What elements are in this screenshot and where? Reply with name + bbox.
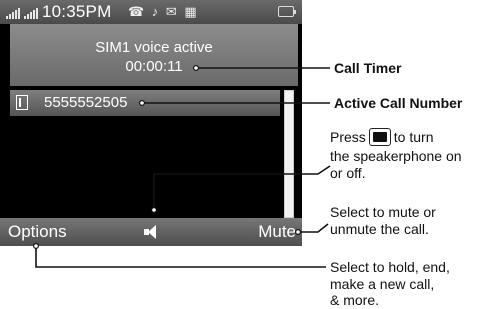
speaker-annotation-prefix: Press	[330, 129, 366, 145]
options-softkey[interactable]: Options	[8, 218, 67, 246]
call-state-text: SIM1 voice active	[95, 39, 213, 56]
signal-bars-icon	[24, 5, 38, 19]
mute-annotation-line-2: unmute the call.	[330, 221, 429, 237]
speaker-annotation-line-3: or off.	[330, 165, 366, 181]
softkey-bar: Options Mute	[0, 218, 302, 246]
active-call-number-row[interactable]: 5555552505	[10, 90, 280, 116]
mute-callout-line	[298, 223, 329, 233]
options-annotation-line-3: & more.	[330, 292, 380, 308]
mute-annotation-line-1: Select to mute or	[330, 204, 436, 220]
options-annotation-line-2: make a new call,	[330, 276, 435, 292]
mute-softkey[interactable]: Mute	[258, 218, 296, 246]
call-status-panel: SIM1 voice active 00:00:11	[10, 24, 298, 86]
signal-bars-icon	[6, 5, 20, 19]
status-time: 10:35PM	[42, 2, 112, 21]
scrollbar[interactable]	[284, 90, 294, 218]
battery-icon	[278, 6, 296, 17]
sim-card-icon	[16, 95, 28, 110]
call-timer: 00:00:11	[125, 58, 183, 75]
status-bar: 10:35PM ☎ ♪ ✉ ▦	[0, 0, 302, 24]
center-key-icon	[368, 128, 391, 146]
active-number-annotation: Active Call Number	[334, 95, 463, 111]
options-annotation-line-1: Select to hold, end,	[330, 259, 450, 275]
phone-screen: 10:35PM ☎ ♪ ✉ ▦ SIM1 voice active 00:00:…	[0, 0, 302, 246]
active-call-number: 5555552505	[44, 94, 128, 111]
speakerphone-icon[interactable]	[144, 224, 160, 240]
speaker-annotation: Press to turn	[330, 128, 484, 146]
options-callout-line	[35, 246, 326, 268]
speaker-annotation-suffix: to turn	[393, 129, 434, 145]
speaker-annotation-line-2: the speakerphone on	[330, 148, 462, 164]
status-indicator-icons: ☎ ♪ ✉ ▦	[128, 4, 199, 19]
call-timer-annotation: Call Timer	[334, 60, 402, 76]
